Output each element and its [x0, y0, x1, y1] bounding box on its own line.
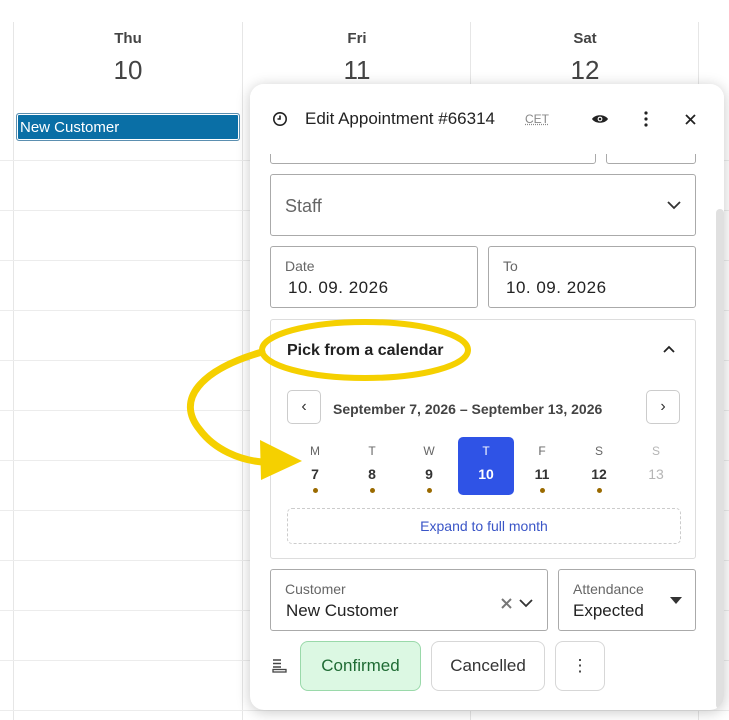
more-options-button[interactable]	[633, 106, 659, 132]
calendar-event[interactable]: New Customer	[16, 113, 240, 141]
attendance-select[interactable]: Attendance Expected	[558, 569, 696, 631]
date-value: 10. 09. 2026	[288, 278, 389, 297]
kebab-icon	[644, 111, 648, 127]
day-number: 12	[570, 55, 600, 85]
preview-button[interactable]	[587, 106, 613, 132]
close-button[interactable]	[677, 106, 703, 132]
day-header-thu[interactable]: Thu 10	[14, 30, 242, 86]
staff-select[interactable]: Staff	[270, 174, 696, 236]
status-cancelled-button[interactable]: Cancelled	[431, 641, 545, 691]
to-field[interactable]: To 10. 09. 2026	[488, 246, 696, 308]
date-field[interactable]: Date 10. 09. 2026	[270, 246, 478, 308]
grid-line	[242, 22, 243, 720]
close-icon	[684, 113, 696, 125]
staff-placeholder: Staff	[285, 196, 322, 216]
chevron-down-icon	[667, 201, 681, 210]
calendar-picker: Pick from a calendar ‹ September 7, 2026…	[270, 319, 696, 559]
day-number: 11	[343, 55, 371, 85]
weekday-label: T	[368, 444, 376, 458]
week-days: M 7 T 8 W 9 T 10 F 11 S 12 S 13	[287, 437, 683, 495]
day-header-sat[interactable]: Sat 12	[471, 30, 699, 86]
day-cell[interactable]: F 11	[514, 437, 570, 495]
day-name: Fri	[347, 30, 367, 47]
day-cell[interactable]: M 7	[287, 437, 343, 495]
customer-value: New Customer	[286, 601, 399, 620]
prev-week-button[interactable]: ‹	[287, 390, 321, 424]
clock-icon	[273, 112, 287, 126]
grid-line	[13, 22, 14, 720]
availability-dot	[369, 488, 375, 493]
chevron-up-icon[interactable]	[661, 342, 677, 358]
day-number: 7	[311, 466, 319, 482]
day-cell-selected[interactable]: T 10	[458, 437, 514, 495]
attendance-value: Expected	[573, 601, 644, 620]
status-confirmed-button[interactable]: Confirmed	[300, 641, 421, 691]
weekday-label: W	[423, 444, 435, 458]
picker-title[interactable]: Pick from a calendar	[287, 342, 444, 360]
day-number: 8	[368, 466, 376, 482]
week-range: September 7, 2026 – September 13, 2026	[333, 401, 603, 417]
weekday-label: T	[482, 444, 490, 458]
clear-icon[interactable]	[501, 598, 512, 609]
day-number: 11	[534, 466, 550, 482]
day-cell[interactable]: T 8	[344, 437, 400, 495]
grid-line	[0, 710, 729, 711]
availability-dot	[312, 488, 318, 493]
expand-month-button[interactable]: Expand to full month	[287, 508, 681, 544]
status-more-button[interactable]: ⋮	[555, 641, 605, 691]
availability-dot	[426, 488, 432, 493]
availability-dot	[596, 488, 602, 493]
eye-icon	[592, 115, 608, 123]
to-label: To	[503, 258, 518, 274]
day-name: Thu	[114, 30, 142, 47]
day-number: 12	[591, 466, 607, 482]
scrollbar[interactable]	[716, 209, 724, 709]
weekday-label: F	[538, 444, 546, 458]
day-cell[interactable]: W 9	[401, 437, 457, 495]
day-cell[interactable]: S 12	[571, 437, 627, 495]
timezone-label[interactable]: CET	[525, 112, 549, 126]
day-header-fri[interactable]: Fri 11	[243, 30, 471, 86]
dialog-title: Edit Appointment #66314	[305, 109, 495, 128]
day-cell-disabled: S 13	[628, 437, 684, 495]
weekday-label: S	[651, 444, 660, 458]
availability-dot	[539, 488, 545, 493]
caret-down-icon	[670, 597, 682, 604]
attendance-label: Attendance	[573, 581, 644, 597]
day-number: 13	[648, 466, 664, 482]
weekday-label: S	[594, 444, 603, 458]
date-label: Date	[285, 258, 315, 274]
weekday-label: M	[310, 444, 320, 458]
notes-icon[interactable]	[272, 659, 288, 673]
edit-appointment-dialog: Edit Appointment #66314 CET Staff Date 1…	[250, 84, 724, 710]
to-value: 10. 09. 2026	[506, 278, 607, 297]
customer-label: Customer	[285, 581, 346, 597]
day-number: 10	[113, 55, 143, 85]
dialog-header: Edit Appointment #66314 CET	[250, 84, 724, 154]
day-number: 9	[425, 466, 433, 482]
chevron-down-icon[interactable]	[519, 599, 533, 608]
day-name: Sat	[573, 30, 597, 47]
next-week-button[interactable]: ›	[646, 390, 680, 424]
day-number: 10	[478, 466, 494, 482]
customer-field[interactable]: Customer New Customer	[270, 569, 548, 631]
